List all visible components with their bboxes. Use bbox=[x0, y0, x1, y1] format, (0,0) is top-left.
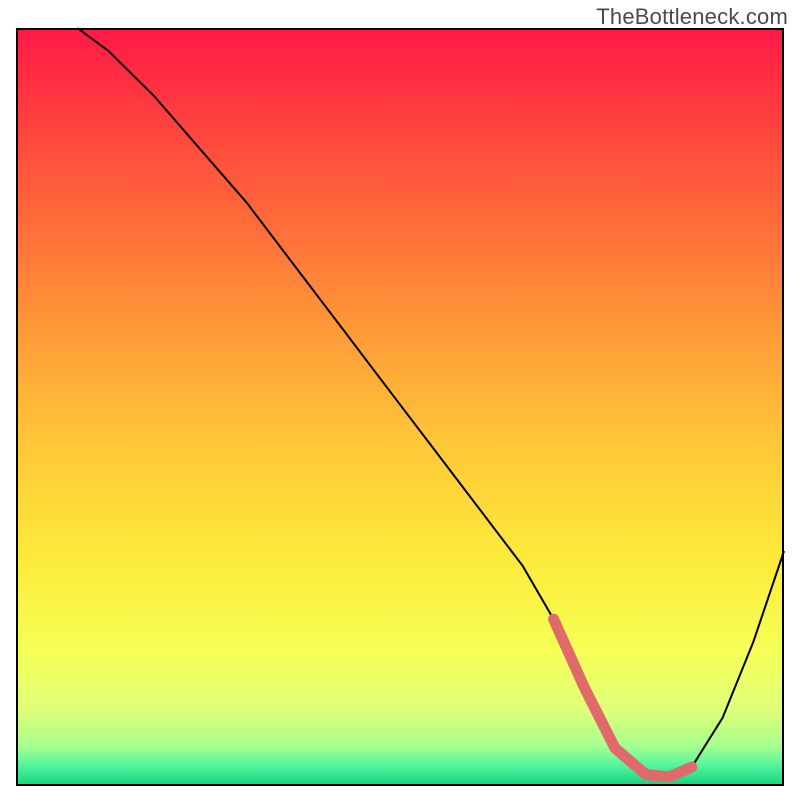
bottleneck-curve bbox=[77, 28, 784, 777]
watermark-text: TheBottleneck.com bbox=[596, 4, 788, 30]
plot-overlay bbox=[0, 0, 800, 800]
chart-canvas: TheBottleneck.com bbox=[0, 0, 800, 800]
sweet-spot-highlight bbox=[554, 619, 692, 777]
